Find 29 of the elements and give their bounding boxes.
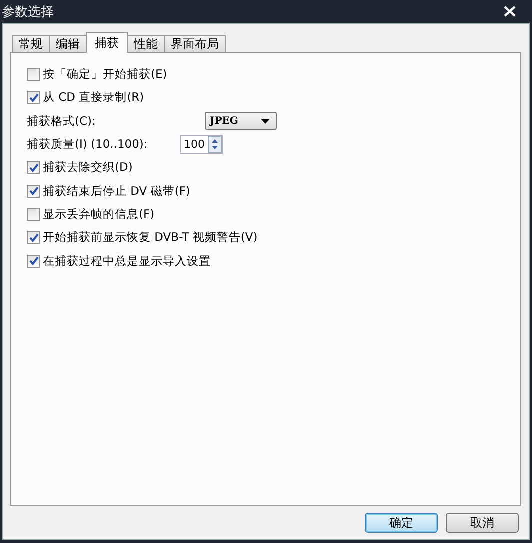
checkbox-label: 显示丢弃帧的信息(F)	[43, 206, 155, 222]
tab[interactable]: 常规	[12, 35, 50, 52]
tab[interactable]: 界面布局	[164, 35, 226, 52]
dialog-button[interactable]: 取消	[446, 513, 519, 533]
checkbox[interactable]	[27, 68, 40, 82]
spin-arrows-icon[interactable]	[208, 136, 222, 154]
checkbox[interactable]	[27, 208, 40, 221]
tab[interactable]: 性能	[127, 35, 165, 52]
checkbox-label: 开始捕获前显示恢复 DVB-T 视频警告(V)	[43, 230, 258, 246]
checkbox[interactable]	[27, 184, 40, 198]
format-dropdown[interactable]: JPEG	[205, 112, 277, 130]
window-title: 参数选择	[2, 4, 54, 20]
field-label: 捕获格式(C):	[27, 114, 97, 129]
close-icon[interactable]	[504, 6, 516, 17]
quality-spinner[interactable]: 100	[180, 135, 223, 154]
checkbox-label: 从 CD 直接录制(R)	[43, 90, 144, 106]
dialog-button[interactable]: 确定	[365, 513, 438, 533]
checkbox[interactable]	[27, 231, 40, 244]
field-label: 捕获质量(I) (10..100):	[27, 137, 149, 152]
checkbox-label: 在捕获过程中总是显示导入设置	[43, 254, 211, 269]
tab[interactable]: 捕获	[86, 32, 128, 53]
checkbox-label: 按「确定」开始捕获(E)	[43, 67, 168, 82]
tab[interactable]: 编辑	[49, 35, 87, 52]
checkbox[interactable]	[27, 161, 40, 174]
checkbox[interactable]	[27, 254, 40, 268]
caret-icon	[261, 118, 270, 124]
checkbox[interactable]	[27, 91, 40, 104]
checkbox-label: 捕获结束后停止 DV 磁带(F)	[43, 184, 190, 199]
checkbox-label: 捕获去除交织(D)	[43, 160, 133, 176]
